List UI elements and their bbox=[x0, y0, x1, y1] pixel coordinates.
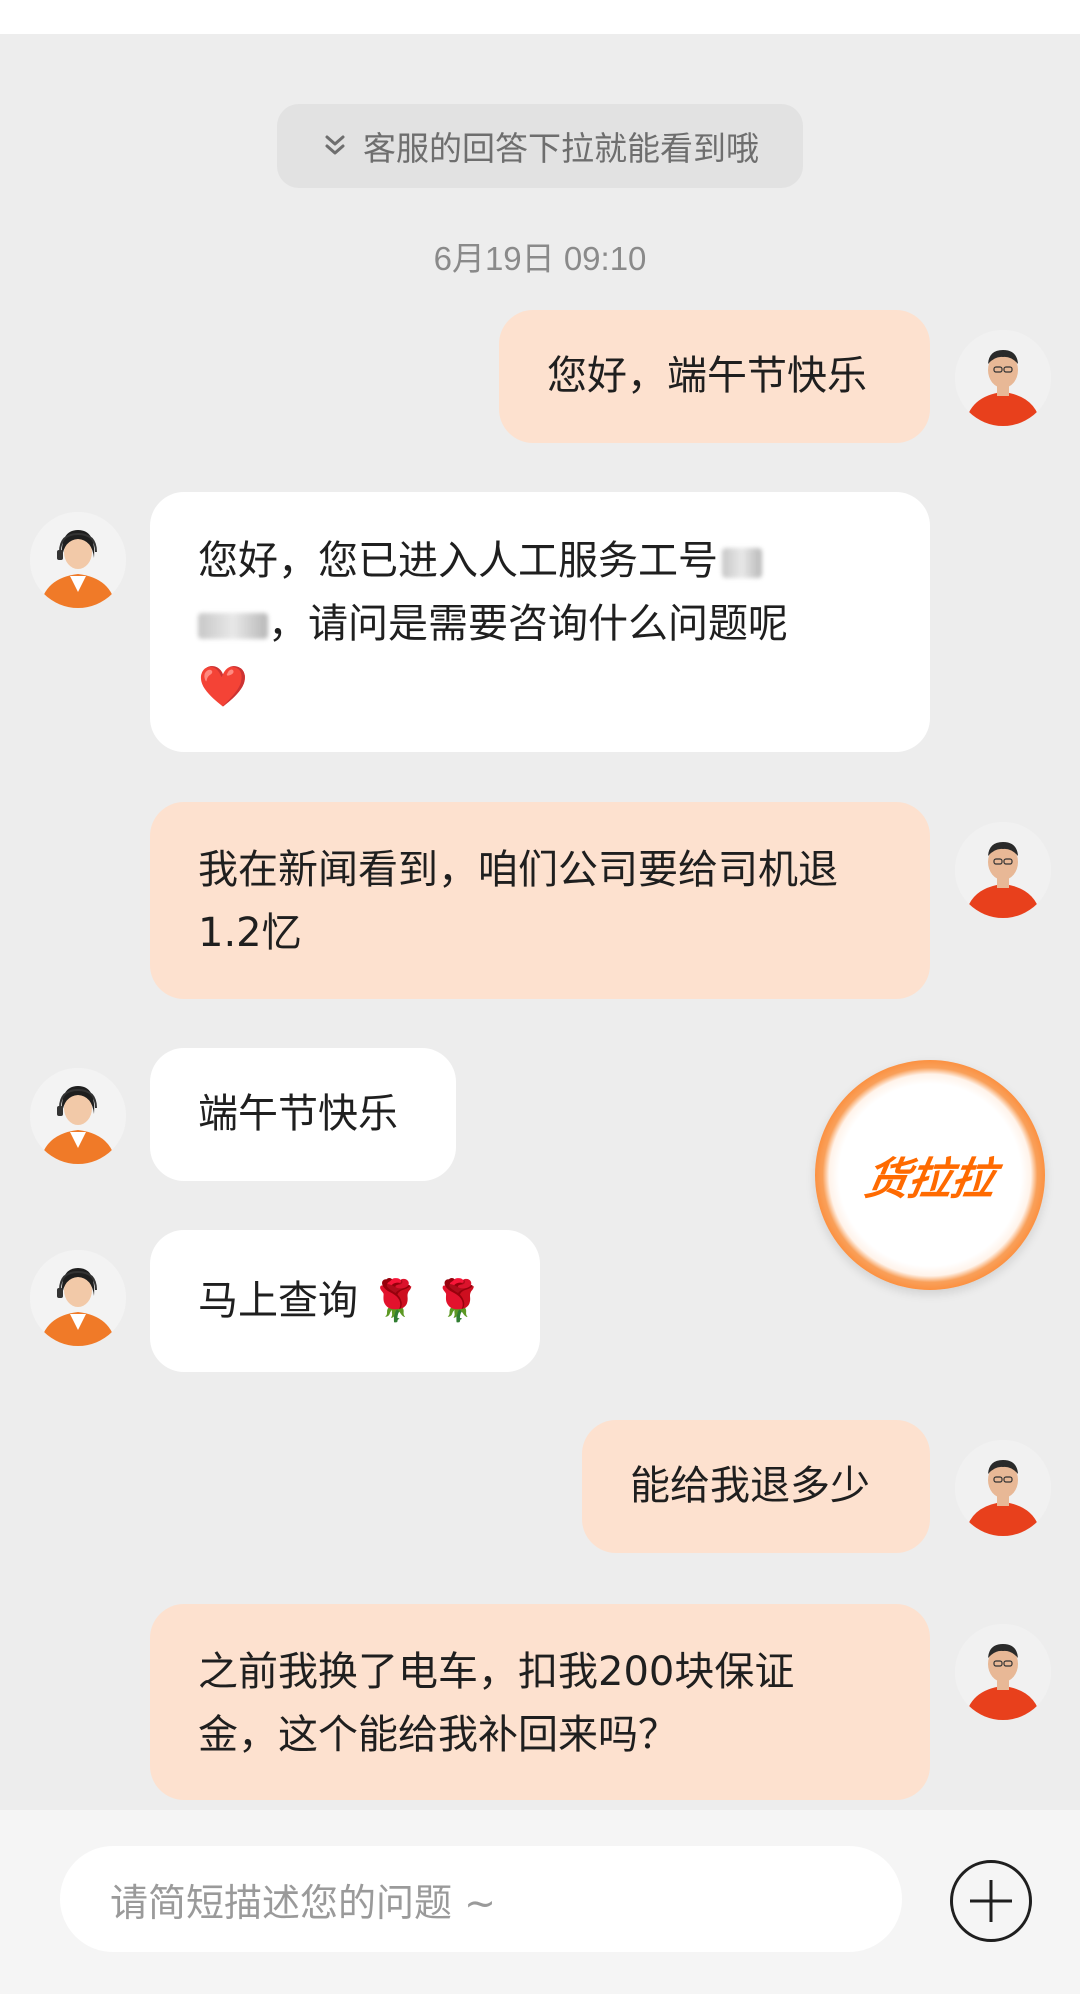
agent-avatar[interactable] bbox=[30, 1250, 126, 1346]
message-text: 能给我退多少 bbox=[630, 1463, 870, 1509]
user-message[interactable]: 我在新闻看到，咱们公司要给司机退 1.2忆 bbox=[150, 802, 930, 999]
message-text-line1: 我在新闻看到，咱们公司要给司机退 bbox=[198, 847, 838, 893]
agent-message[interactable]: 端午节快乐 bbox=[150, 1048, 456, 1181]
brand-logo-text: 货拉拉 bbox=[860, 1154, 999, 1205]
rose-emoji: 🌹 🌹 bbox=[370, 1278, 484, 1324]
user-avatar[interactable] bbox=[955, 1624, 1051, 1720]
input-placeholder: 请简短描述您的问题 ~ bbox=[110, 1880, 496, 1925]
message-text-line2: 金，这个能给我补回来吗？ bbox=[198, 1712, 678, 1758]
user-message[interactable]: 之前我换了电车，扣我200块保证 金，这个能给我补回来吗？ bbox=[150, 1604, 930, 1800]
user-avatar[interactable] bbox=[955, 330, 1051, 426]
top-strip bbox=[0, 0, 1080, 34]
agent-avatar[interactable] bbox=[30, 1068, 126, 1164]
redacted-id bbox=[722, 548, 762, 578]
message-timestamp: 6月19日 09:10 bbox=[433, 240, 647, 277]
user-message[interactable]: 您好，端午节快乐 bbox=[499, 310, 930, 443]
agent-message[interactable]: 马上查询 🌹 🌹 bbox=[150, 1230, 540, 1372]
pull-down-hint-text: 客服的回答下拉就能看到哦 bbox=[363, 129, 759, 168]
message-text: 端午节快乐 bbox=[198, 1091, 398, 1137]
message-text-line2: ，请问是需要咨询什么问题呢 bbox=[268, 601, 788, 647]
message-input[interactable]: 请简短描述您的问题 ~ bbox=[60, 1846, 902, 1952]
user-avatar[interactable] bbox=[955, 1440, 1051, 1536]
redacted-name bbox=[198, 613, 268, 639]
message-text-line2: 1.2忆 bbox=[198, 910, 302, 956]
input-bar: 请简短描述您的问题 ~ bbox=[0, 1810, 1080, 1994]
pull-down-hint[interactable]: 客服的回答下拉就能看到哦 bbox=[277, 104, 803, 188]
message-text: 马上查询 bbox=[198, 1278, 358, 1324]
message-text-line1: 之前我换了电车，扣我200块保证 bbox=[198, 1649, 795, 1695]
user-avatar[interactable] bbox=[955, 822, 1051, 918]
plus-icon[interactable] bbox=[950, 1860, 1032, 1942]
double-chevron-down-icon bbox=[325, 135, 345, 155]
user-message[interactable]: 能给我退多少 bbox=[582, 1420, 930, 1553]
floating-brand-logo-button[interactable]: 货拉拉 bbox=[815, 1060, 1045, 1290]
agent-message[interactable]: 您好，您已进入人工服务工号 ，请问是需要咨询什么问题呢 ❤️ bbox=[150, 492, 930, 752]
message-text: 您好，端午节快乐 bbox=[547, 353, 867, 399]
agent-avatar[interactable] bbox=[30, 512, 126, 608]
heart-emoji: ❤️ bbox=[198, 664, 248, 710]
message-text-line1: 您好，您已进入人工服务工号 bbox=[198, 538, 718, 584]
